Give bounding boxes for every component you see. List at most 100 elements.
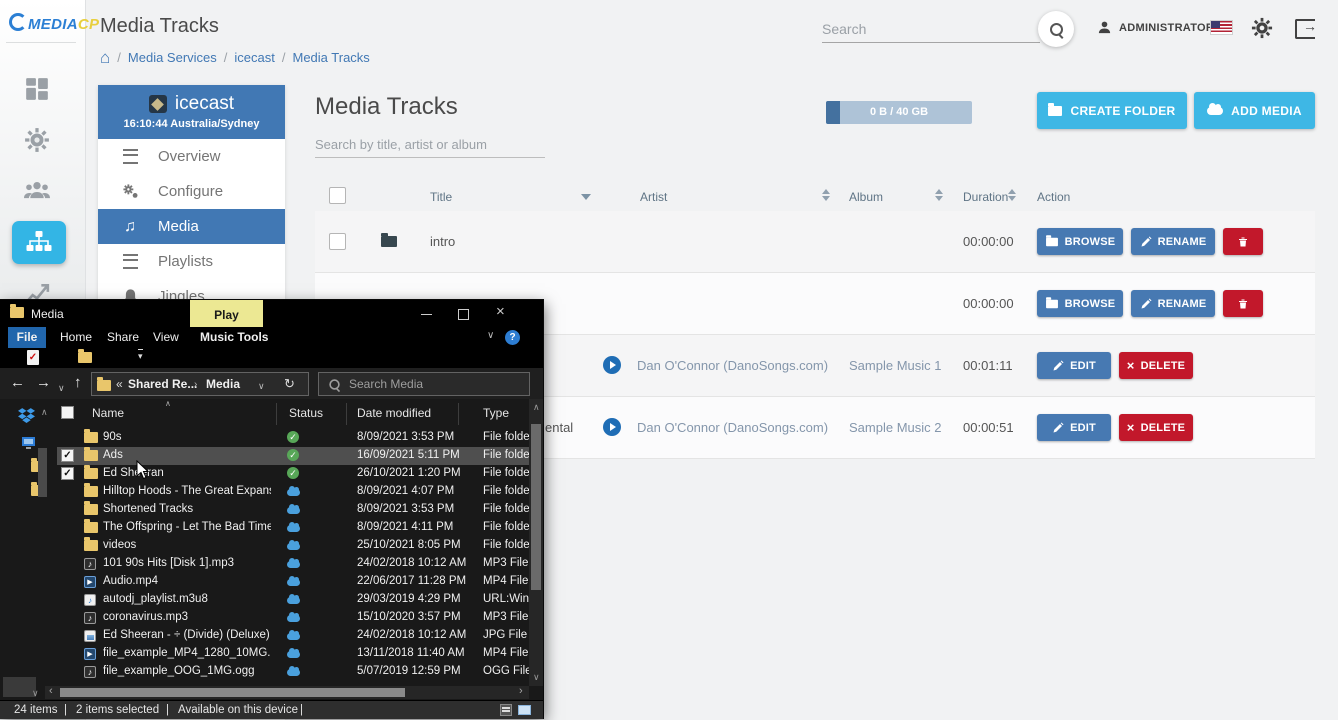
sort-icon[interactable] bbox=[822, 189, 830, 201]
new-folder-icon[interactable] bbox=[78, 352, 92, 363]
row-checkbox[interactable] bbox=[329, 233, 346, 250]
file-name[interactable]: 101 90s Hits [Disk 1].mp3 bbox=[103, 557, 234, 569]
file-name[interactable]: 90s bbox=[103, 431, 122, 443]
column-artist[interactable]: Artist bbox=[640, 190, 667, 204]
file-row[interactable]: ✓ Ed Sheeran ✓ 26/10/2021 1:20 PM File f… bbox=[57, 465, 529, 483]
this-pc-icon[interactable] bbox=[22, 437, 35, 449]
delete-button[interactable]: ×DELETE bbox=[1119, 414, 1193, 441]
column-type[interactable]: Type bbox=[483, 406, 509, 420]
file-name[interactable]: Ed Sheeran bbox=[103, 467, 164, 479]
refresh-icon[interactable]: ↻ bbox=[284, 376, 295, 392]
dropbox-icon[interactable] bbox=[18, 408, 35, 423]
tab-file[interactable]: File bbox=[8, 327, 46, 348]
settings-icon[interactable] bbox=[24, 127, 50, 153]
tab-view[interactable]: View bbox=[153, 327, 179, 348]
file-row[interactable]: ✓ ♪ coronavirus.mp3 15/10/2020 3:57 PM M… bbox=[57, 609, 529, 627]
logout-icon[interactable] bbox=[1295, 19, 1315, 39]
close-button[interactable]: × bbox=[496, 303, 505, 320]
file-name[interactable]: The Offspring - Let The Bad Times Roll..… bbox=[103, 521, 271, 533]
explorer-titlebar[interactable]: Media Play × bbox=[0, 300, 543, 327]
scrollbar-thumb[interactable] bbox=[531, 424, 541, 590]
delete-folder-button[interactable] bbox=[1223, 290, 1263, 317]
maximize-button[interactable] bbox=[458, 309, 469, 320]
properties-icon[interactable]: ✓ bbox=[27, 350, 39, 365]
tab-share[interactable]: Share bbox=[107, 327, 139, 348]
global-search-input[interactable]: Search bbox=[822, 16, 1040, 43]
nav-scrollbar[interactable] bbox=[38, 448, 47, 497]
language-flag-us[interactable] bbox=[1211, 21, 1232, 34]
file-row[interactable]: ✓ ▶ Áudio.mp4 22/06/2017 11:28 PM MP4 Fi… bbox=[57, 573, 529, 591]
column-title[interactable]: Title bbox=[430, 190, 452, 204]
up-icon[interactable]: ↑ bbox=[74, 374, 82, 392]
dashboard-icon[interactable] bbox=[24, 76, 50, 102]
help-icon[interactable]: ? bbox=[505, 330, 520, 345]
thumbnail-view-icon[interactable] bbox=[518, 705, 531, 715]
select-all-checkbox[interactable] bbox=[329, 187, 346, 204]
select-all-checkbox[interactable] bbox=[61, 406, 74, 419]
sort-desc-icon[interactable] bbox=[581, 194, 591, 200]
settings-gear-icon[interactable] bbox=[1251, 17, 1273, 39]
sort-icon[interactable] bbox=[935, 189, 943, 201]
vertical-scrollbar[interactable]: ∧ ∨ bbox=[529, 399, 543, 686]
edit-button[interactable]: EDIT bbox=[1037, 352, 1111, 379]
breadcrumb-media-tracks[interactable]: Media Tracks bbox=[293, 50, 370, 65]
file-row[interactable]: ✓ Hilltop Hoods - The Great Expanse (20.… bbox=[57, 483, 529, 501]
file-name[interactable]: Shortened Tracks bbox=[103, 503, 193, 515]
horizontal-scrollbar[interactable]: ‹ › bbox=[45, 686, 529, 699]
details-view-icon[interactable] bbox=[500, 704, 512, 716]
file-row[interactable]: ✓ ▶ file_example_MP4_1280_10MG.mp4 13/11… bbox=[57, 645, 529, 663]
users-icon[interactable] bbox=[24, 177, 50, 203]
file-name[interactable]: file_example_OOG_1MG.ogg bbox=[103, 665, 255, 677]
user-menu[interactable]: ADMINISTRATOR bbox=[1097, 20, 1214, 35]
sidebar-item-configure[interactable]: Configure bbox=[98, 174, 285, 209]
file-name[interactable]: Áudio.mp4 bbox=[103, 575, 158, 587]
delete-button[interactable]: ×DELETE bbox=[1119, 352, 1193, 379]
address-bar[interactable]: « Shared Re... › Media ∨ ↻ bbox=[91, 372, 309, 396]
file-row[interactable]: ✓ Shortened Tracks 8/09/2021 3:53 PM Fil… bbox=[57, 501, 529, 519]
row-title-fragment[interactable]: ental bbox=[545, 420, 573, 435]
sidebar-item-media[interactable]: ♫Media bbox=[98, 209, 285, 244]
column-duration[interactable]: Duration bbox=[963, 190, 1008, 204]
file-name[interactable]: autodj_playlist.m3u8 bbox=[103, 593, 208, 605]
collapse-group-icon[interactable]: ∧ bbox=[41, 407, 48, 418]
play-button[interactable] bbox=[603, 418, 621, 436]
column-status[interactable]: Status bbox=[289, 406, 323, 420]
collapse-ribbon-icon[interactable]: ∨ bbox=[487, 330, 494, 341]
nav-scroll-down-icon[interactable]: ∨ bbox=[32, 688, 39, 699]
address-parent[interactable]: Shared Re... bbox=[128, 377, 197, 391]
breadcrumb-media-services[interactable]: Media Services bbox=[128, 50, 217, 65]
file-name[interactable]: Hilltop Hoods - The Great Expanse (20... bbox=[103, 485, 271, 497]
search-button[interactable] bbox=[1038, 11, 1074, 47]
file-name[interactable]: Ed Sheeran - ÷ (Divide) (Deluxe) (2017..… bbox=[103, 629, 271, 641]
address-dropdown-icon[interactable]: ∨ bbox=[258, 381, 265, 392]
tab-music-tools[interactable]: Music Tools bbox=[200, 327, 268, 348]
create-folder-button[interactable]: CREATE FOLDER bbox=[1037, 92, 1187, 129]
address-current[interactable]: Media bbox=[206, 377, 240, 391]
recent-locations-icon[interactable]: ∨ bbox=[58, 379, 65, 397]
sort-icon[interactable] bbox=[1008, 189, 1016, 201]
file-row[interactable]: ✓ ♪ file_example_OOG_1MG.ogg 5/07/2019 1… bbox=[57, 663, 529, 681]
browse-button[interactable]: BROWSE bbox=[1037, 228, 1123, 255]
media-search-input[interactable]: Search by title, artist or album bbox=[315, 133, 545, 158]
scroll-left-icon[interactable]: ‹ bbox=[49, 685, 53, 697]
file-name[interactable]: Ads bbox=[103, 449, 123, 461]
row-checkbox[interactable]: ✓ bbox=[61, 467, 74, 480]
mediacp-logo[interactable]: MEDIACP bbox=[9, 13, 99, 33]
back-icon[interactable]: ← bbox=[10, 374, 25, 392]
file-name[interactable]: videos bbox=[103, 539, 136, 551]
tab-play-contextual[interactable]: Play bbox=[190, 300, 263, 327]
file-row[interactable]: ✓ Ed Sheeran - ÷ (Divide) (Deluxe) (2017… bbox=[57, 627, 529, 645]
scroll-right-icon[interactable]: › bbox=[519, 685, 523, 697]
tab-home[interactable]: Home bbox=[60, 327, 92, 348]
file-row[interactable]: ✓ The Offspring - Let The Bad Times Roll… bbox=[57, 519, 529, 537]
scrollbar-thumb[interactable] bbox=[60, 688, 405, 697]
media-services-item-active[interactable] bbox=[12, 221, 66, 264]
edit-button[interactable]: EDIT bbox=[1037, 414, 1111, 441]
breadcrumb-icecast[interactable]: icecast bbox=[234, 50, 274, 65]
home-icon[interactable]: ⌂ bbox=[100, 51, 110, 64]
file-row[interactable]: ✓ 90s ✓ 8/09/2021 3:53 PM File folder bbox=[57, 429, 529, 447]
play-button[interactable] bbox=[603, 356, 621, 374]
forward-icon[interactable]: → bbox=[36, 374, 51, 392]
column-album[interactable]: Album bbox=[849, 190, 883, 204]
file-explorer-window[interactable]: Media Play × File Home Share View Music … bbox=[0, 300, 543, 718]
